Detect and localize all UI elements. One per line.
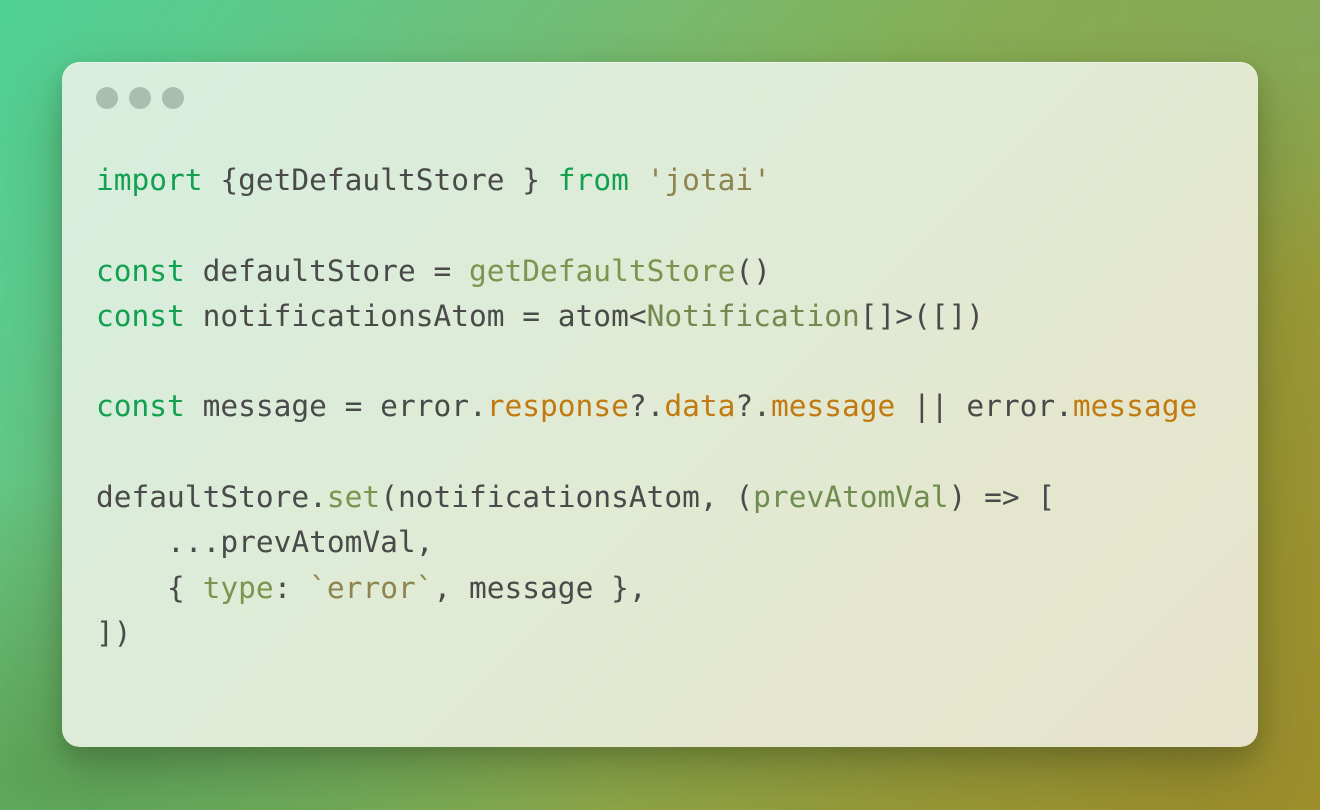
code-token-plain: ?. [735,389,771,424]
code-token-prop: data [664,389,736,424]
code-token-fn: getDefaultStore [468,253,736,288]
code-line: const notificationsAtom = atom<Notificat… [96,294,1248,339]
code-token-plain: , message }, [433,570,647,605]
code-line: import {getDefaultStore } from 'jotai' [96,158,1248,203]
code-token-fn: type [202,570,274,605]
window-titlebar [62,62,1258,134]
code-token-plain: []>([]) [859,298,985,333]
code-token-plain: defaultStore = [184,253,469,288]
code-line: const defaultStore = getDefaultStore() [96,249,1248,294]
code-token-kw: const [96,298,185,333]
code-token-param: prevAtomVal [753,480,949,515]
code-block[interactable]: import {getDefaultStore } from 'jotai' c… [96,158,1248,656]
code-token-plain: {getDefaultStore } [202,163,558,197]
code-token-prop: message [770,389,896,424]
code-token-plain: message = error. [184,389,487,424]
code-token-kw: const [96,253,185,288]
code-token-prop: message [1072,389,1198,424]
code-token-plain: (notificationsAtom, ( [380,480,754,515]
code-line: { type: `error`, message }, [96,566,1248,611]
code-token-plain: { [96,570,203,605]
code-token-kw: const [96,389,185,424]
code-token-kw: import [96,163,203,197]
code-token-str: 'jotai' [646,163,771,197]
code-token-type: Notification [646,298,860,333]
code-line: const message = error.response?.data?.me… [96,384,1248,429]
code-line: ]) [96,611,1248,656]
close-button-icon[interactable] [96,87,118,109]
code-token-plain: ?. [628,389,665,424]
code-token-plain: defaultStore. [96,480,327,515]
code-token-plain: notificationsAtom = atom< [184,298,647,333]
code-token-str: `error` [309,570,434,605]
code-line: defaultStore.set(notificationsAtom, (pre… [96,475,1248,520]
code-token-plain: || error. [895,389,1073,424]
code-token-prop: response [486,389,629,424]
code-token-plain: : [273,570,310,605]
code-window: import {getDefaultStore } from 'jotai' c… [62,62,1258,747]
code-token-plain: ) => [ [948,480,1056,515]
minimize-button-icon[interactable] [129,87,151,109]
code-token-kw: from [557,163,629,197]
code-token-plain: ]) [96,615,132,650]
maximize-button-icon[interactable] [162,87,184,109]
code-token-plain: ...prevAtomVal, [96,525,434,560]
code-token-plain: () [735,253,771,288]
code-line: ...prevAtomVal, [96,520,1248,565]
code-token-fn: set [326,480,381,515]
